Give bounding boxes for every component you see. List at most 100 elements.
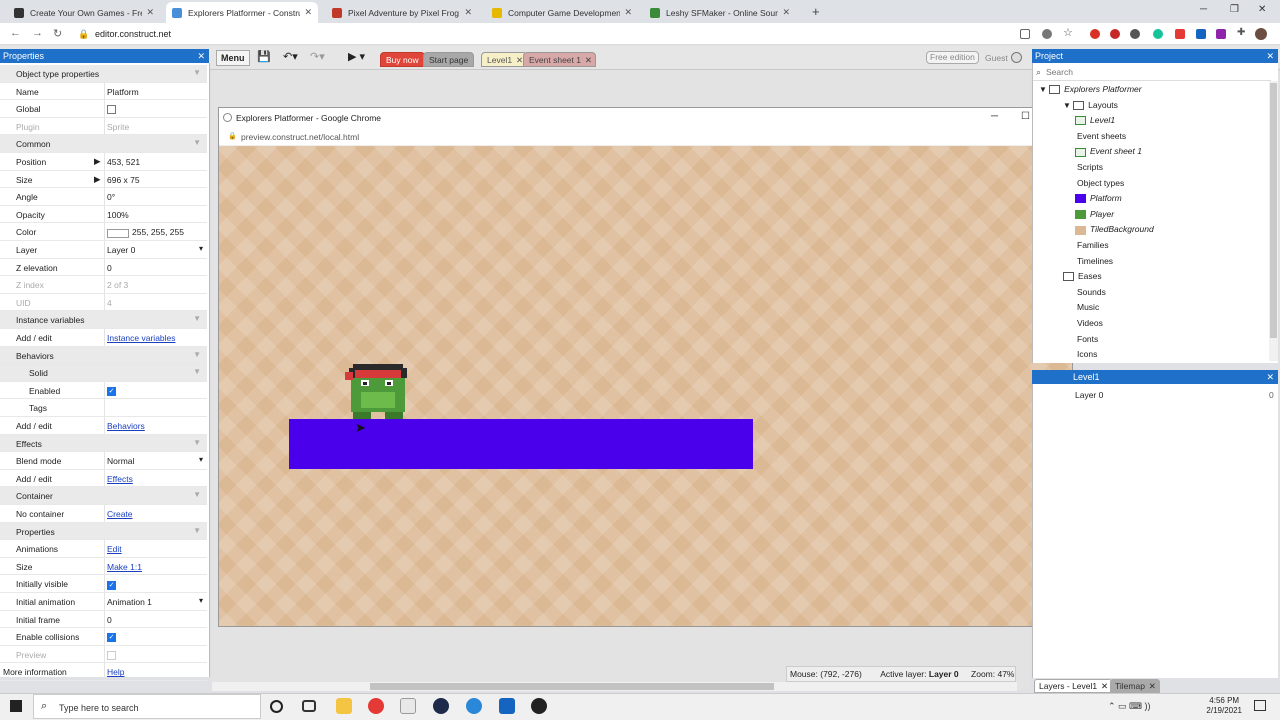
property-row[interactable]: Size ▶ 696 x 75: [0, 170, 207, 189]
game-canvas[interactable]: ➤: [219, 146, 1072, 626]
property-section[interactable]: Object type properties ▼: [0, 65, 207, 83]
collapse-icon[interactable]: ▼: [193, 526, 201, 535]
property-row[interactable]: UID 4: [0, 293, 207, 312]
clock[interactable]: 4:56 PM 2/19/2021: [1206, 696, 1242, 716]
project-tree-item[interactable]: Timelines: [1077, 256, 1113, 266]
buy-now-button[interactable]: Buy now: [380, 52, 425, 67]
property-row[interactable]: Tags: [0, 399, 207, 417]
browser-tab[interactable]: Pixel Adventure by Pixel Frog ✕: [326, 2, 478, 23]
tab-level1[interactable]: Level1 ✕: [481, 52, 528, 67]
property-row[interactable]: Animations Edit: [0, 540, 207, 558]
app-blue-icon[interactable]: [466, 698, 482, 714]
tab-event-sheet[interactable]: Event sheet 1 ✕: [523, 52, 596, 67]
vscode-icon[interactable]: [400, 698, 416, 714]
close-icon[interactable]: ✕: [782, 7, 790, 18]
grammarly-icon[interactable]: [1153, 29, 1163, 39]
property-row[interactable]: Preview: [0, 645, 207, 664]
close-icon[interactable]: ✕: [585, 53, 592, 68]
notification-icon[interactable]: [1254, 700, 1266, 711]
project-tree-item[interactable]: Families: [1077, 240, 1109, 250]
app-word-icon[interactable]: [499, 698, 515, 714]
checkbox[interactable]: [107, 651, 116, 661]
project-tree-item[interactable]: Icons: [1077, 349, 1097, 359]
property-row[interactable]: Angle 0°: [0, 188, 207, 206]
checkbox[interactable]: ✓: [107, 633, 116, 643]
maximize-icon[interactable]: ❐: [1230, 4, 1239, 15]
property-row[interactable]: No container Create: [0, 505, 207, 523]
forward-icon[interactable]: →: [32, 27, 43, 39]
extension-purple-icon[interactable]: [1216, 29, 1226, 39]
preview-play-icon[interactable]: ▶ ▾: [348, 50, 365, 63]
windows-start-icon[interactable]: [10, 700, 22, 712]
close-icon[interactable]: ✕: [1149, 680, 1156, 693]
property-row[interactable]: More information Help: [0, 663, 207, 681]
checkbox[interactable]: [107, 105, 116, 115]
property-row[interactable]: Blend mode Normal ▾: [0, 452, 207, 470]
taskbar-search[interactable]: ⌕ Type here to search: [33, 694, 261, 719]
chevron-down-icon[interactable]: ▾: [199, 596, 203, 605]
property-link[interactable]: Edit: [107, 544, 122, 554]
close-icon[interactable]: ✕: [1266, 370, 1274, 384]
tab-layers[interactable]: Layers - Level1 ✕: [1034, 679, 1113, 693]
minimize-icon[interactable]: ─: [1200, 4, 1207, 15]
adblock-icon[interactable]: [1090, 29, 1100, 39]
property-section[interactable]: Instance variables ▼: [0, 311, 207, 329]
close-window-icon[interactable]: ✕: [1258, 4, 1266, 15]
property-section[interactable]: Container ▼: [0, 487, 207, 505]
close-icon[interactable]: ✕: [464, 7, 472, 18]
property-section[interactable]: Solid ▼: [0, 364, 207, 382]
property-row[interactable]: Z index 2 of 3: [0, 276, 207, 294]
chevron-down-icon[interactable]: ▾: [199, 244, 203, 253]
property-row[interactable]: Initially visible ✓: [0, 575, 207, 593]
project-tree-item[interactable]: ▼ Layouts: [1063, 100, 1118, 110]
close-icon[interactable]: ✕: [304, 7, 312, 18]
close-icon[interactable]: ✕: [624, 7, 632, 18]
expand-icon[interactable]: ▶: [94, 156, 101, 167]
tab-start-page[interactable]: Start page: [423, 52, 475, 67]
property-link[interactable]: Help: [107, 667, 124, 677]
project-tree-item[interactable]: Event sheets: [1077, 131, 1126, 141]
app-dark-icon[interactable]: [531, 698, 547, 714]
property-link[interactable]: Effects: [107, 474, 133, 484]
project-tree-item[interactable]: Videos: [1077, 318, 1103, 328]
maximize-icon[interactable]: ☐: [1021, 111, 1030, 122]
cast-icon[interactable]: [1020, 29, 1030, 39]
reload-icon[interactable]: ↻: [53, 27, 62, 40]
browser-tab[interactable]: Explorers Platformer - Construct ✕: [166, 2, 318, 23]
project-tree-item[interactable]: Level1: [1075, 115, 1115, 126]
menu-button[interactable]: Menu: [216, 50, 250, 66]
tray-icons[interactable]: ⌃ ▭ ⌨ )): [1108, 701, 1151, 712]
property-row[interactable]: Layer Layer 0 ▾: [0, 241, 207, 259]
property-row[interactable]: Add / edit Instance variables: [0, 329, 207, 347]
project-tree-item[interactable]: Event sheet 1: [1075, 146, 1142, 157]
preview-url[interactable]: preview.construct.net/local.html: [241, 132, 359, 142]
task-view-icon[interactable]: [302, 700, 316, 712]
collapse-icon[interactable]: ▼: [193, 367, 201, 376]
download-icon[interactable]: [1042, 29, 1052, 39]
project-tree-item[interactable]: Platform: [1075, 193, 1122, 204]
avatar[interactable]: [1255, 28, 1267, 40]
property-row[interactable]: Initial frame 0: [0, 610, 207, 629]
guest-label[interactable]: Guest: [985, 53, 1008, 63]
close-icon[interactable]: ✕: [1101, 680, 1108, 693]
browser-tab[interactable]: Leshy SFMaker - Online Sound E✕: [644, 2, 796, 23]
user-icon[interactable]: [1011, 52, 1022, 63]
tab-tilemap[interactable]: Tilemap ✕: [1110, 679, 1160, 693]
file-explorer-icon[interactable]: [336, 698, 352, 714]
project-tree-item[interactable]: Player: [1075, 209, 1114, 220]
project-tree-item[interactable]: Sounds: [1077, 287, 1106, 297]
checkbox[interactable]: ✓: [107, 387, 116, 397]
property-row[interactable]: Plugin Sprite: [0, 117, 207, 136]
browser-tab[interactable]: Computer Game Development W✕: [486, 2, 638, 23]
collapse-icon[interactable]: ▼: [193, 438, 201, 447]
project-search-input[interactable]: [1046, 66, 1270, 78]
url-field[interactable]: editor.construct.net: [95, 29, 171, 39]
property-link[interactable]: Behaviors: [107, 421, 145, 431]
obs-icon[interactable]: [433, 698, 449, 714]
color-value[interactable]: 255, 255, 255: [107, 227, 184, 238]
project-tree-item[interactable]: ▼ Explorers Platformer: [1039, 84, 1142, 95]
property-row[interactable]: Add / edit Behaviors: [0, 417, 207, 435]
collapse-icon[interactable]: ▼: [1063, 101, 1073, 110]
property-row[interactable]: Initial animation Animation 1 ▾: [0, 593, 207, 611]
property-row[interactable]: Opacity 100%: [0, 205, 207, 224]
